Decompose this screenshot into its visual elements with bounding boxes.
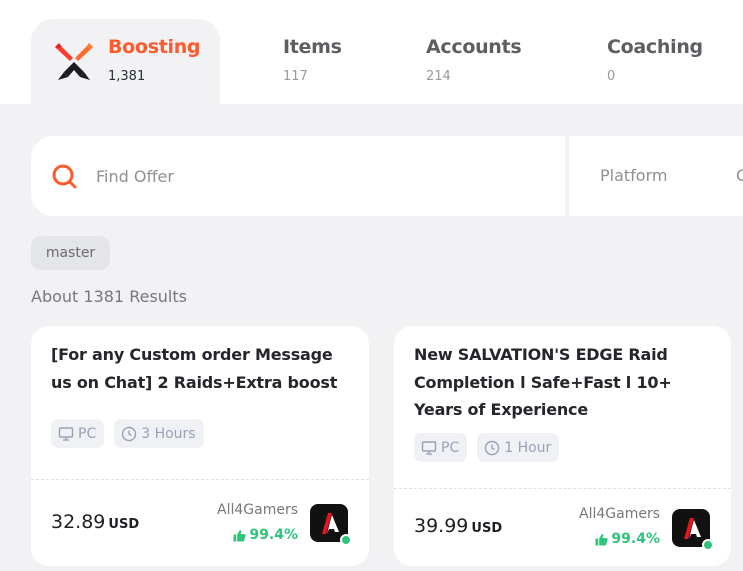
platform-tag: PC (414, 433, 468, 462)
tab-count: 0 (607, 69, 616, 84)
crossed-swords-icon (55, 43, 93, 80)
tab-count: 1,381 (108, 69, 146, 84)
clock-icon (122, 426, 137, 441)
platform-label: PC (441, 439, 460, 456)
platform-tag: PC (51, 419, 105, 448)
tab-items[interactable]: Items 117 (283, 19, 383, 104)
delivery-time-label: 3 Hours (141, 425, 196, 442)
offer-tags: PC 3 Hours (51, 419, 204, 448)
rating-value: 99.4% (249, 527, 298, 543)
offer-title[interactable]: New SALVATION'S EDGE Raid Completion l S… (414, 341, 714, 424)
tab-label: Accounts (426, 36, 522, 58)
search-input[interactable] (96, 156, 536, 196)
active-filter-chip[interactable]: master (31, 236, 110, 270)
tab-label: Coaching (607, 36, 703, 58)
delivery-time-tag: 3 Hours (114, 419, 204, 448)
offer-price: 39.99 USD (414, 515, 502, 537)
seller-avatar[interactable] (310, 504, 352, 546)
monitor-icon (421, 440, 437, 455)
price-currency: USD (108, 517, 140, 532)
delivery-time-tag: 1 Hour (477, 433, 560, 462)
tab-coaching[interactable]: Coaching 0 (607, 19, 743, 104)
thumbs-up-icon (595, 533, 609, 546)
results-count: About 1381 Results (31, 287, 187, 306)
platform-filter[interactable]: Platform (600, 166, 667, 185)
tab-accounts[interactable]: Accounts 214 (426, 19, 546, 104)
thumbs-up-icon (233, 529, 247, 542)
tab-count: 214 (426, 69, 451, 84)
tab-label: Items (283, 36, 342, 58)
next-filter[interactable]: C (736, 166, 743, 185)
price-currency: USD (471, 521, 503, 536)
seller-rating: 99.4% (233, 527, 298, 543)
offer-card[interactable]: New SALVATION'S EDGE Raid Completion l S… (394, 326, 731, 566)
monitor-icon (58, 426, 74, 441)
search-bar (31, 136, 565, 216)
online-status-dot (702, 539, 714, 551)
tab-boosting[interactable]: Boosting 1,381 (31, 19, 220, 104)
delivery-time-label: 1 Hour (504, 439, 552, 456)
card-divider (394, 488, 731, 489)
seller-avatar[interactable] (672, 509, 714, 551)
tab-count: 117 (283, 69, 308, 84)
seller-name[interactable]: All4Gamers (217, 502, 298, 518)
offer-card[interactable]: [For any Custom order Message us on Chat… (31, 326, 369, 566)
platform-label: PC (78, 425, 97, 442)
filter-bar: Platform C (569, 136, 743, 216)
rating-value: 99.4% (611, 531, 660, 547)
tab-label: Boosting (108, 36, 201, 58)
seller-rating: 99.4% (595, 531, 660, 547)
clock-icon (485, 440, 500, 455)
category-tabs-header: Boosting 1,381 Items 117 Accounts 214 Co… (0, 0, 743, 104)
price-value: 32.89 (51, 511, 106, 533)
card-divider (31, 479, 369, 480)
offer-tags: PC 1 Hour (414, 433, 560, 462)
online-status-dot (340, 534, 352, 546)
price-value: 39.99 (414, 515, 469, 537)
seller-name[interactable]: All4Gamers (579, 506, 660, 522)
offer-title[interactable]: [For any Custom order Message us on Chat… (51, 341, 351, 396)
offer-price: 32.89 USD (51, 511, 139, 533)
search-icon[interactable] (51, 163, 79, 191)
